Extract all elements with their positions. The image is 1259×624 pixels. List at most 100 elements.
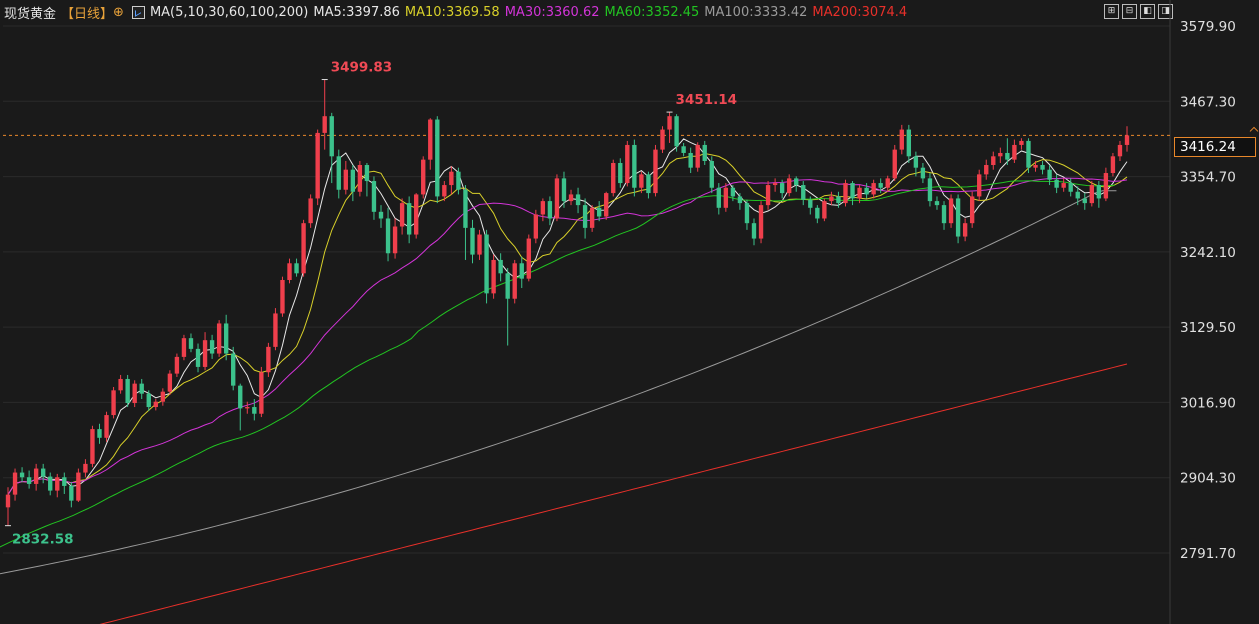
candle-body <box>456 171 461 190</box>
candle-body <box>519 263 524 279</box>
candle-body <box>19 472 25 478</box>
candle-body <box>280 280 285 314</box>
candle-body <box>920 167 926 179</box>
candle-body <box>414 194 419 235</box>
candle-body <box>1068 183 1073 192</box>
candle-body <box>357 165 363 192</box>
candle-body <box>308 198 313 224</box>
candle-body <box>491 259 496 294</box>
candle-body <box>83 463 88 473</box>
y-tick-label: 3242.10 <box>1180 245 1236 261</box>
candle-body <box>1075 191 1080 199</box>
candle-body <box>1019 140 1024 145</box>
ma5-line <box>7 138 1128 495</box>
candle-body <box>181 338 187 357</box>
candle-body <box>794 178 799 186</box>
candle-body <box>484 234 489 294</box>
candle-body <box>12 472 18 495</box>
candle-body <box>505 273 510 299</box>
candle-body <box>385 218 391 254</box>
candle-body <box>561 178 567 202</box>
y-tick-label: 3016.90 <box>1180 395 1236 411</box>
candle-body <box>421 159 426 195</box>
candle-body <box>632 144 637 188</box>
candle-body <box>737 196 743 204</box>
candle-body <box>273 313 278 347</box>
y-tick-label: 3579.90 <box>1180 19 1236 35</box>
candle-body <box>857 187 862 199</box>
candle-body <box>76 472 81 501</box>
candle-body <box>808 199 813 208</box>
candlestick-chart[interactable]: 3499.83 3451.14 2832.58 3579.90 3467.30 3354… <box>0 0 1259 624</box>
ma60-line <box>0 180 1116 548</box>
candle-body <box>927 178 933 202</box>
candle-body <box>1103 173 1109 199</box>
candle-body <box>132 383 137 404</box>
candle-body <box>568 194 574 202</box>
candle-body <box>688 152 693 168</box>
candle-body <box>885 178 890 188</box>
candle-body <box>104 415 109 438</box>
candle-body <box>625 144 630 184</box>
candle-body <box>955 198 961 237</box>
candle-body <box>681 146 686 153</box>
y-tick-label: 2791.70 <box>1180 546 1236 562</box>
candle-body <box>864 187 869 195</box>
candle-body <box>202 340 208 367</box>
candle-body <box>941 205 947 224</box>
candle-body <box>301 223 306 274</box>
candle-body <box>962 223 968 237</box>
candle-body <box>674 116 679 147</box>
high-label: 3499.83 <box>331 60 393 76</box>
ma200-line <box>99 363 1128 624</box>
candle-body <box>1047 169 1052 180</box>
candle-body <box>815 207 820 219</box>
candle-body <box>111 390 116 416</box>
candle-body <box>97 429 102 438</box>
candle-body <box>1110 156 1116 174</box>
candle-body <box>604 193 609 217</box>
candle-body <box>836 196 841 204</box>
candle-body <box>153 401 158 408</box>
candle-body <box>730 187 736 197</box>
candle-body <box>822 201 827 219</box>
candle-body <box>1012 144 1017 160</box>
candle-body <box>533 214 539 239</box>
candle-body <box>62 477 67 486</box>
candle-body <box>223 323 229 354</box>
grid <box>3 0 1259 624</box>
candle-body <box>364 165 370 182</box>
price-axis[interactable]: 3579.90 3467.30 3354.70 3242.10 3129.50 3016.… <box>1180 19 1236 562</box>
candle-body <box>554 178 560 219</box>
candle-body <box>540 201 546 215</box>
candle-body <box>266 346 271 373</box>
candle-body <box>906 129 912 157</box>
candle-body <box>934 201 940 206</box>
candle-body <box>582 205 588 228</box>
candle-body <box>55 477 60 491</box>
candle-body <box>470 227 475 255</box>
candle-body <box>209 340 215 354</box>
candle-body <box>245 407 250 409</box>
candle-body <box>406 203 412 235</box>
candle-body <box>463 189 468 228</box>
candle-body <box>589 207 595 228</box>
candle-body <box>1089 185 1094 204</box>
candle-body <box>575 194 581 206</box>
candle-body <box>744 203 750 224</box>
candle-body <box>238 385 243 409</box>
candle-body <box>90 429 95 464</box>
candle-body <box>322 116 327 133</box>
candle-body <box>41 468 46 477</box>
candle-body <box>1033 165 1038 168</box>
candle-body <box>913 156 919 168</box>
y-tick-label: 3129.50 <box>1180 320 1236 336</box>
candle-body <box>618 162 623 184</box>
candle-body <box>991 156 996 166</box>
current-price-tag: 3416.24 <box>1174 137 1256 157</box>
candle-body <box>1040 165 1045 170</box>
candle-body <box>216 323 222 354</box>
candle-body <box>998 152 1003 157</box>
candle-body <box>231 353 236 386</box>
candles <box>5 79 1130 526</box>
